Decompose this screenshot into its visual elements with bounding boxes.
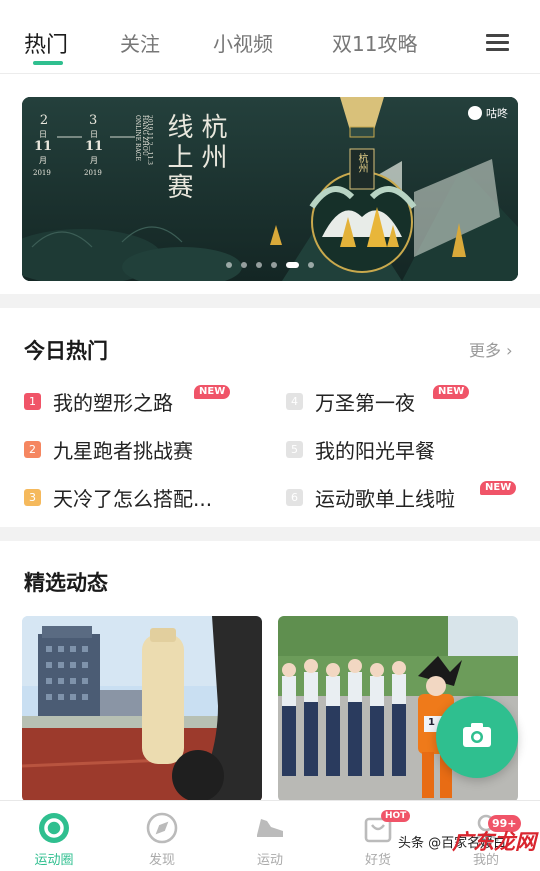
banner-date-range: 2019.11.2—11.3 xyxy=(146,115,153,165)
carousel-dot[interactable] xyxy=(241,262,247,268)
new-badge: NEW xyxy=(480,481,517,495)
banner-date2-year: 2019 xyxy=(84,169,102,177)
shoe-icon xyxy=(257,819,283,837)
banner-title-race: 线上赛 xyxy=(163,113,193,203)
carousel-dots[interactable] xyxy=(226,262,314,268)
rank-badge: 3 xyxy=(24,488,41,506)
hot-section-title: 今日热门 xyxy=(24,339,108,363)
hot-item-label: 运动歌单上线啦 xyxy=(315,486,455,511)
banner-date2-month-unit: 月 xyxy=(90,156,98,165)
banner-date1-month: 11 xyxy=(34,139,53,154)
new-badge: NEW xyxy=(433,385,470,399)
carousel-dot-active[interactable] xyxy=(286,262,299,268)
nav-item-discover[interactable]: 发现 xyxy=(117,801,207,871)
hot-item-label: 万圣第一夜 xyxy=(315,390,415,415)
feed-photo-bottle[interactable] xyxy=(22,616,262,802)
brand-logo-icon xyxy=(468,106,482,120)
more-link[interactable]: 更多 › xyxy=(469,337,513,361)
promo-banner[interactable]: 2 日 11 月 2019 3 日 11 月 2019 HANG ZHOU ON… xyxy=(22,97,518,281)
camera-button[interactable] xyxy=(436,696,518,778)
hot-item-label: 我的阳光早餐 xyxy=(315,438,435,463)
hot-item-label: 我的塑形之路 xyxy=(53,390,173,415)
banner-date2-month: 11 xyxy=(85,139,104,154)
feed-section-title: 精选动态 xyxy=(24,571,108,595)
nav-item-sport[interactable]: 运动 xyxy=(225,801,315,871)
chevron-right-icon: › xyxy=(506,341,513,360)
hot-item[interactable]: 1 我的塑形之路 xyxy=(24,386,173,416)
carousel-dot[interactable] xyxy=(256,262,262,268)
nav-label: 运动 xyxy=(256,853,283,868)
new-badge: NEW xyxy=(194,385,231,399)
brand-badge: 咕咚 xyxy=(468,105,508,121)
carousel-dot[interactable] xyxy=(226,262,232,268)
hot-item[interactable]: 5 我的阳光早餐 xyxy=(286,434,435,464)
nav-label: 运动圈 xyxy=(34,853,74,868)
section-divider xyxy=(0,527,540,541)
medal-text: 杭州 xyxy=(356,153,367,173)
section-divider xyxy=(0,294,540,308)
carousel-dot[interactable] xyxy=(271,262,277,268)
top-tab-bar: 热门 关注 小视频 双11攻略 xyxy=(0,0,540,74)
hot-item[interactable]: 3 天冷了怎么搭配... xyxy=(24,482,212,512)
compass-icon xyxy=(146,812,178,844)
tab-hot[interactable]: 热门 xyxy=(24,27,68,59)
brand-badge-label: 咕咚 xyxy=(486,107,508,120)
hot-item[interactable]: 4 万圣第一夜 xyxy=(286,386,415,416)
active-tab-indicator xyxy=(33,61,63,65)
bottle-photo-image xyxy=(22,616,262,802)
rank-badge: 2 xyxy=(24,440,41,458)
hot-item-label: 天冷了怎么搭配... xyxy=(53,486,213,511)
rank-badge: 4 xyxy=(286,392,303,410)
banner-title-city: 杭州 xyxy=(197,113,227,173)
more-link-label: 更多 xyxy=(469,341,502,360)
watermark-logo: 广东龙网 xyxy=(452,830,536,854)
hot-badge: HOT xyxy=(381,810,411,822)
banner-date1-month-unit: 月 xyxy=(39,156,47,165)
nav-item-circle[interactable]: 运动圈 xyxy=(9,801,99,871)
banner-date2-day: 3 xyxy=(89,113,98,128)
nav-label: 好货 xyxy=(364,853,391,868)
banner-date1-year: 2019 xyxy=(33,169,51,177)
menu-icon[interactable] xyxy=(486,32,512,52)
rank-badge: 1 xyxy=(24,392,41,410)
sport-circle-icon xyxy=(39,813,69,843)
rank-badge: 5 xyxy=(286,440,303,458)
nav-label: 发现 xyxy=(148,853,175,868)
hot-item[interactable]: 2 九星跑者挑战赛 xyxy=(24,434,193,464)
race-bib-number: 1 xyxy=(428,717,435,728)
tab-short-video[interactable]: 小视频 xyxy=(213,28,273,57)
hot-item-label: 九星跑者挑战赛 xyxy=(53,438,193,463)
hot-item[interactable]: 6 运动歌单上线啦 xyxy=(286,482,455,512)
rank-badge: 6 xyxy=(286,488,303,506)
tab-double11[interactable]: 双11攻略 xyxy=(332,28,417,57)
camera-icon xyxy=(463,723,491,747)
carousel-dot[interactable] xyxy=(308,262,314,268)
banner-date1-day: 2 xyxy=(39,113,49,128)
tab-follow[interactable]: 关注 xyxy=(120,28,160,57)
